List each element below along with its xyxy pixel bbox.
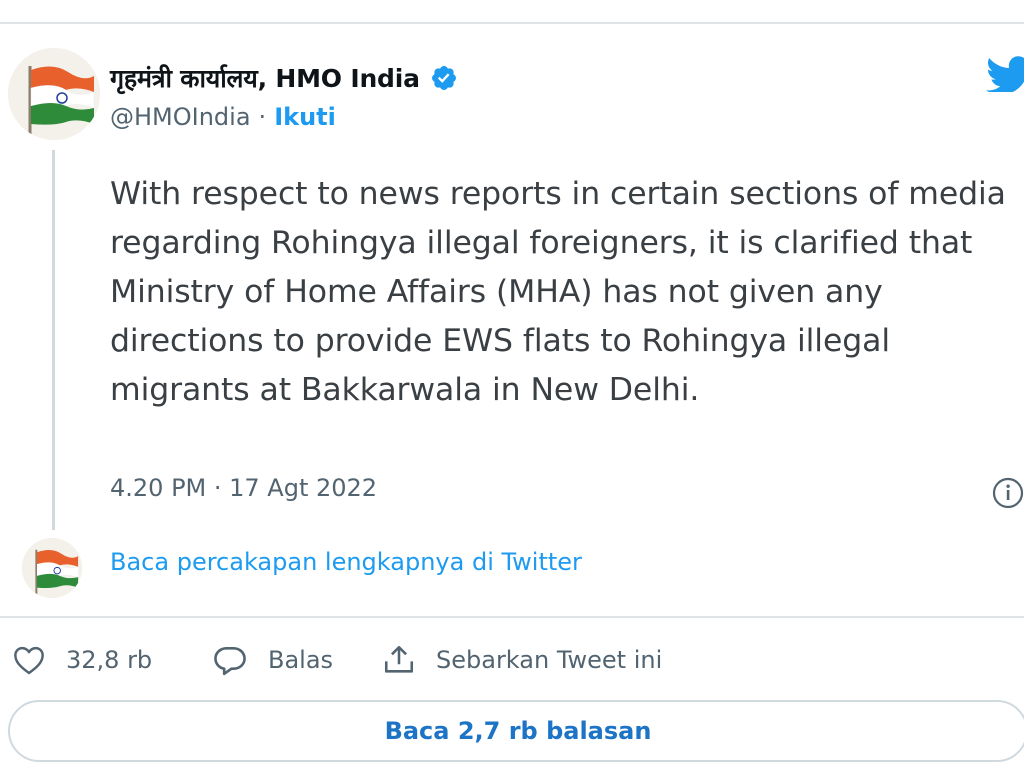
author-name[interactable]: गृहमंत्री कार्यालय, HMO India bbox=[110, 61, 420, 95]
twitter-bird-icon[interactable] bbox=[986, 56, 1024, 92]
conversation-avatar[interactable] bbox=[22, 538, 82, 598]
thread-line bbox=[52, 150, 55, 530]
top-divider bbox=[0, 22, 1024, 24]
like-button[interactable]: 32,8 rb bbox=[12, 645, 212, 675]
heart-icon bbox=[14, 646, 44, 675]
like-count: 32,8 rb bbox=[66, 646, 153, 674]
share-label: Sebarkan Tweet ini bbox=[436, 646, 663, 674]
reply-label: Balas bbox=[268, 646, 334, 674]
info-icon[interactable] bbox=[990, 476, 1024, 510]
author-handle[interactable]: @HMOIndia bbox=[110, 103, 251, 131]
verified-badge-icon bbox=[430, 64, 458, 92]
india-flag-icon bbox=[8, 48, 100, 140]
read-conversation-link[interactable]: Baca percakapan lengkapnya di Twitter bbox=[110, 548, 582, 576]
india-flag-icon bbox=[22, 538, 82, 598]
handle-separator: · bbox=[258, 103, 267, 131]
tweet-embed-card: गृहमंत्री कार्यालय, HMO India @HMOIndia … bbox=[0, 0, 1024, 768]
share-icon bbox=[384, 645, 414, 673]
read-replies-button[interactable]: Baca 2,7 rb balasan bbox=[8, 700, 1024, 762]
comment-icon bbox=[214, 647, 246, 676]
actions-divider bbox=[0, 616, 1024, 618]
author-handle-row: @HMOIndia · Ikuti bbox=[110, 100, 336, 134]
reply-button[interactable]: Balas bbox=[212, 644, 382, 676]
tweet-text: With respect to news reports in certain … bbox=[110, 176, 1006, 408]
share-button[interactable]: Sebarkan Tweet ini bbox=[382, 644, 662, 676]
tweet-actions: 32,8 rb Balas Sebarkan Tweet ini bbox=[12, 638, 662, 682]
author-name-row: गृहमंत्री कार्यालय, HMO India bbox=[110, 58, 458, 98]
tweet-timestamp[interactable]: 4.20 PM · 17 Agt 2022 bbox=[110, 474, 377, 502]
follow-link[interactable]: Ikuti bbox=[274, 103, 336, 131]
author-avatar[interactable] bbox=[8, 48, 100, 140]
